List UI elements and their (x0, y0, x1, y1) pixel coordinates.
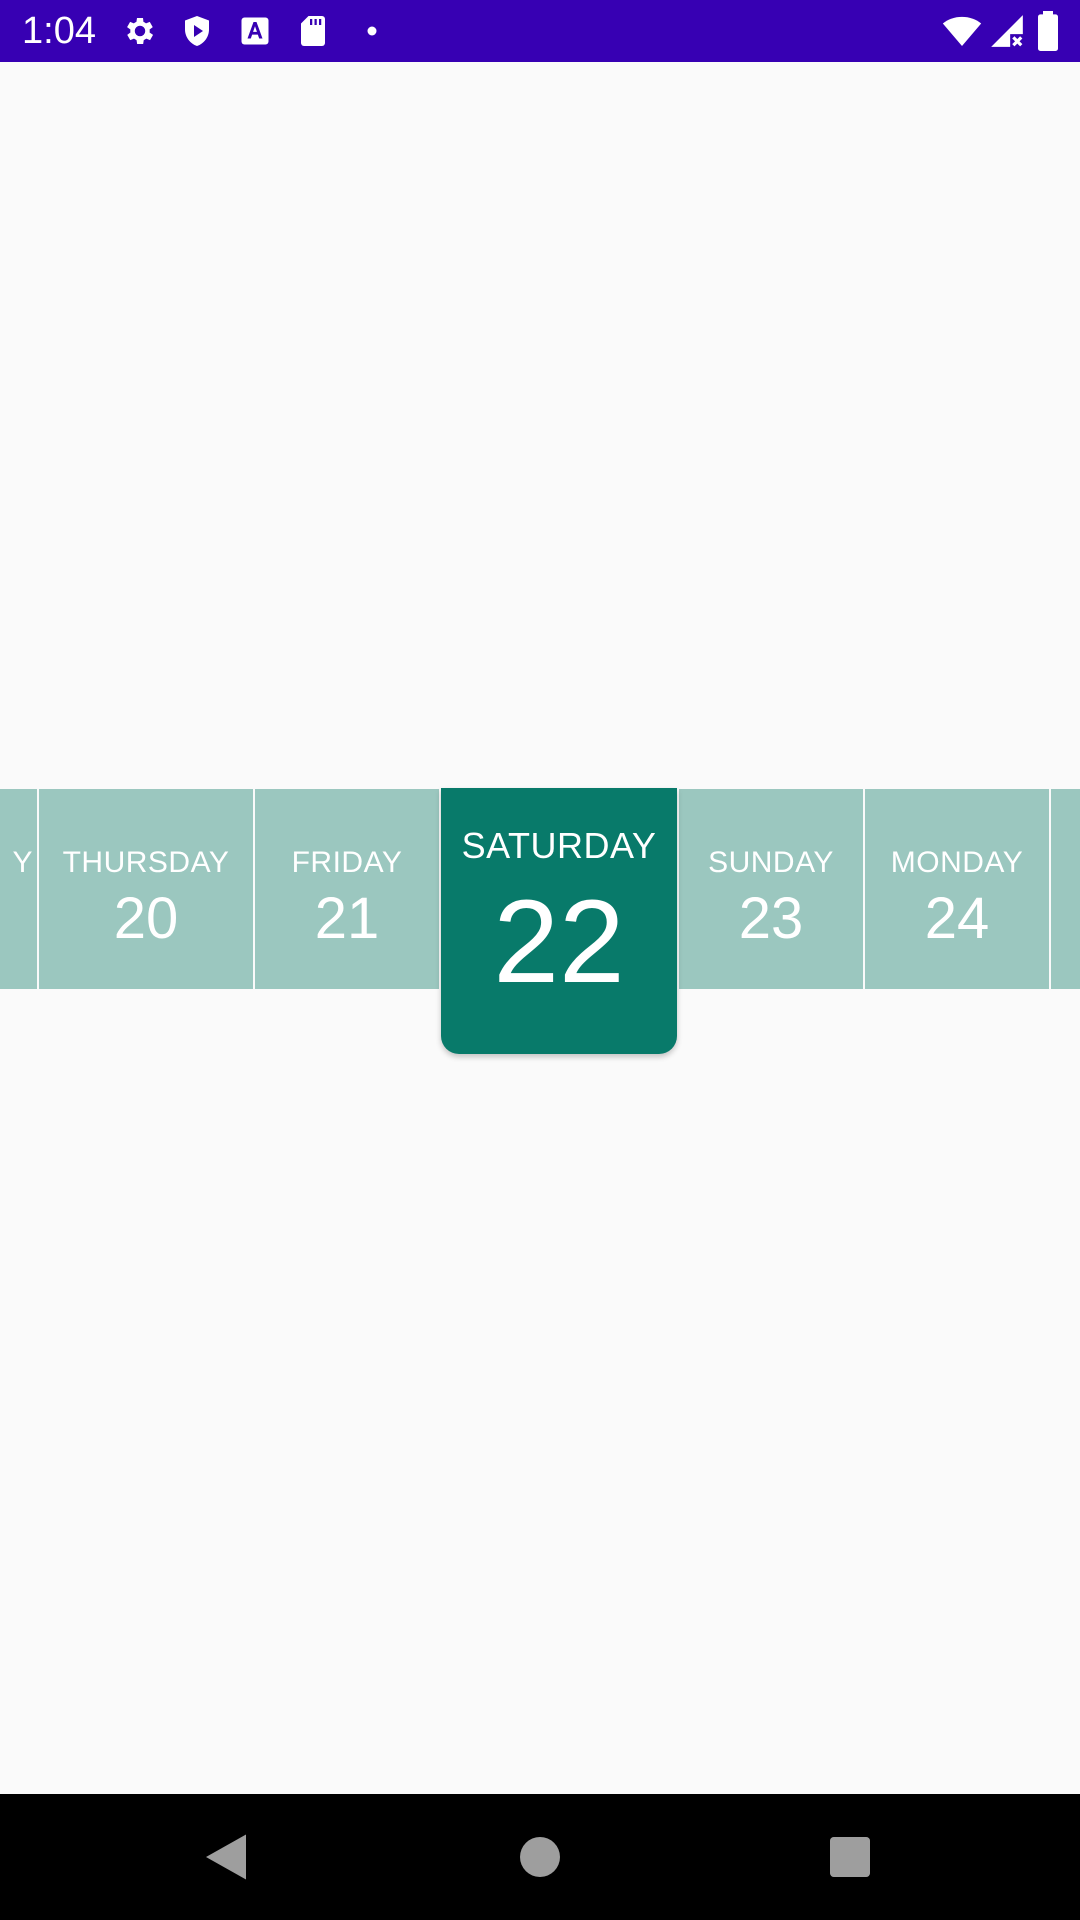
day-name: Y (12, 846, 33, 879)
day-item-saturday-selected[interactable]: SATURDAY 22 (441, 788, 677, 1054)
selected-day-number: 22 (493, 876, 625, 1008)
navigation-bar (0, 1794, 1080, 1920)
day-number: 23 (738, 886, 804, 951)
day-name: SUNDAY (708, 846, 834, 879)
day-name: FRIDAY (291, 846, 403, 879)
day-number: 20 (113, 886, 179, 951)
status-time: 1:04 (22, 10, 96, 52)
app-screen: 1:04 Y THURSDAY 20 FRIDAY 21 SUNDAY 23 M… (0, 0, 1080, 1920)
recents-icon[interactable] (820, 1827, 880, 1887)
day-item-sunday[interactable]: SUNDAY 23 (679, 789, 863, 989)
notification-dot-icon (354, 13, 390, 49)
wifi-icon (942, 11, 982, 51)
selected-day-name: SATURDAY (461, 825, 657, 866)
home-icon[interactable] (510, 1827, 570, 1887)
play-protect-shield-icon (179, 13, 215, 49)
day-number: 21 (314, 886, 380, 951)
day-item-partial-right[interactable] (1051, 789, 1080, 989)
settings-gear-icon (122, 13, 158, 49)
cell-signal-no-data-icon (988, 12, 1026, 50)
day-item-partial-left[interactable]: Y (0, 789, 37, 989)
day-name: THURSDAY (62, 846, 230, 879)
day-name: MONDAY (890, 846, 1024, 879)
sd-card-icon (295, 13, 331, 49)
day-number: 24 (924, 886, 990, 951)
status-bar: 1:04 (0, 0, 1080, 62)
back-icon[interactable] (196, 1827, 256, 1887)
day-item-monday[interactable]: MONDAY 24 (865, 789, 1049, 989)
day-item-friday[interactable]: FRIDAY 21 (255, 789, 439, 989)
day-item-thursday[interactable]: THURSDAY 20 (39, 789, 253, 989)
battery-icon (1034, 11, 1062, 51)
font-a-icon (237, 13, 273, 49)
